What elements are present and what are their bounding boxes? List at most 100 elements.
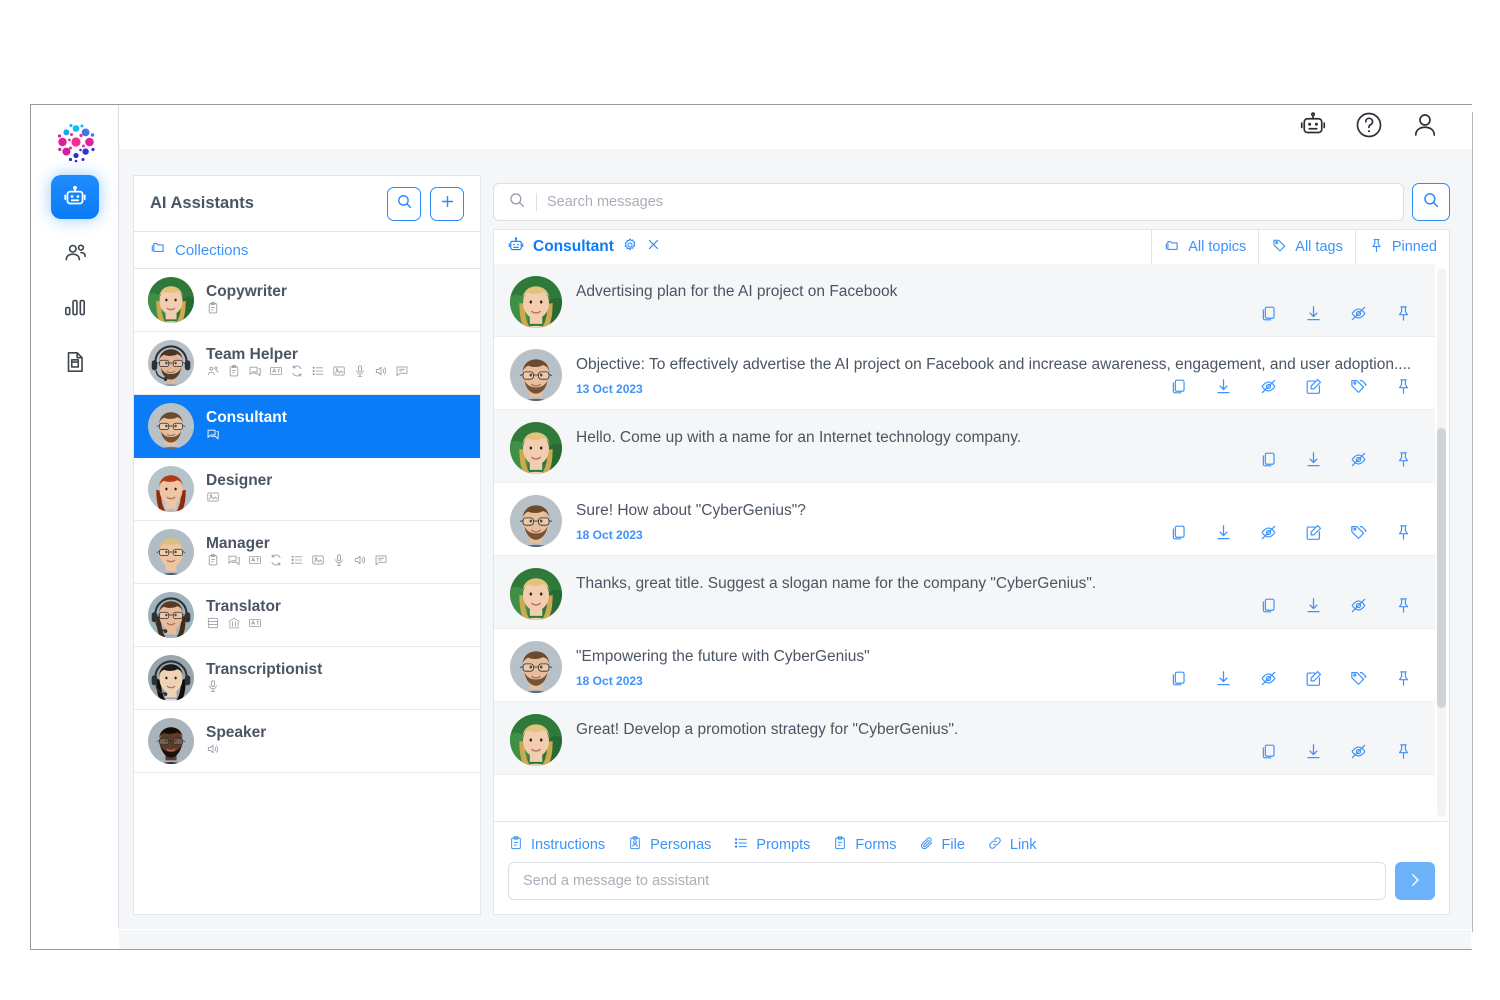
- scrollbar-thumb[interactable]: [1437, 428, 1446, 708]
- hide-icon[interactable]: [1349, 304, 1368, 328]
- window-bottom-strip-fill: [119, 929, 1471, 949]
- copy-icon[interactable]: [1169, 377, 1188, 401]
- pin-icon[interactable]: [1394, 669, 1413, 693]
- assistant-item-manager[interactable]: Manager: [134, 521, 480, 584]
- composer-tool-instructions[interactable]: Instructions: [508, 835, 605, 855]
- app-logo: [53, 119, 99, 165]
- collections-row[interactable]: Collections: [134, 232, 480, 269]
- sidebar-item-team[interactable]: [51, 230, 99, 274]
- edit-icon[interactable]: [1304, 377, 1323, 401]
- search-input[interactable]: [547, 194, 1389, 210]
- speaker-icon: [374, 364, 388, 383]
- composer-tool-file[interactable]: File: [919, 835, 965, 855]
- pin-icon[interactable]: [1394, 742, 1413, 766]
- message-row: Hello. Come up with a name for an Intern…: [494, 410, 1435, 483]
- assistant-item-translator[interactable]: Translator: [134, 584, 480, 647]
- avatar: [510, 422, 562, 474]
- copy-icon[interactable]: [1259, 596, 1278, 620]
- add-assistant-button[interactable]: [430, 186, 464, 221]
- copy-icon[interactable]: [1169, 523, 1188, 547]
- assistant-item-transcriptionist[interactable]: Transcriptionist: [134, 647, 480, 710]
- assistant-item-consultant[interactable]: Consultant: [134, 395, 480, 458]
- filter-all-tags[interactable]: All tags: [1258, 230, 1355, 264]
- hide-icon[interactable]: [1259, 523, 1278, 547]
- app-window: AI Assistants Collections Copywriter Tea…: [30, 104, 1472, 930]
- message-row: Objective: To effectively advertise the …: [494, 337, 1435, 410]
- filter-all-topics[interactable]: All topics: [1151, 230, 1258, 264]
- avatar: [148, 277, 194, 323]
- composer-tool-personas[interactable]: Personas: [627, 835, 711, 855]
- sidebar-item-assistants[interactable]: [51, 175, 99, 219]
- composer-tool-prompts[interactable]: Prompts: [733, 835, 810, 855]
- download-icon[interactable]: [1304, 742, 1323, 766]
- pin-icon[interactable]: [1394, 523, 1413, 547]
- message-actions: [1169, 377, 1413, 401]
- composer-tool-label: Forms: [855, 837, 897, 853]
- download-icon[interactable]: [1304, 596, 1323, 620]
- hide-icon[interactable]: [1259, 669, 1278, 693]
- help-icon[interactable]: [1354, 110, 1384, 145]
- hide-icon[interactable]: [1349, 596, 1368, 620]
- messages-scrollbar[interactable]: [1437, 268, 1446, 817]
- pin-icon[interactable]: [1394, 450, 1413, 474]
- hide-icon[interactable]: [1259, 377, 1278, 401]
- tab-label: Consultant: [533, 238, 614, 255]
- copy-icon[interactable]: [1169, 669, 1188, 693]
- composer: Instructions Personas Prompts Forms File Link: [493, 822, 1450, 915]
- assistant-item-copywriter[interactable]: Copywriter: [134, 269, 480, 332]
- search-submit-button[interactable]: [1412, 183, 1450, 221]
- pin-icon: [1368, 237, 1385, 258]
- assistant-list: Copywriter Team Helper Consultant Design…: [134, 269, 480, 914]
- download-icon[interactable]: [1214, 377, 1233, 401]
- tag-icon[interactable]: [1349, 377, 1368, 401]
- assistant-meta: Designer: [206, 472, 272, 507]
- send-button[interactable]: [1395, 862, 1435, 900]
- hide-icon[interactable]: [1349, 742, 1368, 766]
- close-icon[interactable]: [646, 237, 661, 257]
- image-icon: [332, 364, 346, 383]
- message-row: "Empowering the future with CyberGenius"…: [494, 629, 1435, 702]
- gear-icon[interactable]: [622, 237, 638, 258]
- tag-icon[interactable]: [1349, 523, 1368, 547]
- composer-input-row: [508, 862, 1435, 900]
- composer-tool-forms[interactable]: Forms: [832, 835, 897, 855]
- hide-icon[interactable]: [1349, 450, 1368, 474]
- avatar: [148, 718, 194, 764]
- pin-icon[interactable]: [1394, 596, 1413, 620]
- assistant-item-designer[interactable]: Designer: [134, 458, 480, 521]
- message-input[interactable]: [508, 862, 1386, 900]
- download-icon[interactable]: [1304, 304, 1323, 328]
- tag-icon[interactable]: [1349, 669, 1368, 693]
- copy-icon[interactable]: [1259, 304, 1278, 328]
- composer-tool-link[interactable]: Link: [987, 835, 1037, 855]
- filter-pinned[interactable]: Pinned: [1354, 230, 1449, 264]
- edit-icon[interactable]: [1304, 669, 1323, 693]
- pin-icon[interactable]: [1394, 377, 1413, 401]
- user-account-icon[interactable]: [1410, 110, 1440, 145]
- tab-consultant[interactable]: Consultant: [494, 230, 674, 264]
- copy-icon[interactable]: [1259, 742, 1278, 766]
- collections-label: Collections: [175, 241, 249, 259]
- copy-icon[interactable]: [1259, 450, 1278, 474]
- assistant-meta: Copywriter: [206, 283, 287, 318]
- avatar: [148, 592, 194, 638]
- message-search-bar: [493, 175, 1450, 229]
- top-bar: [119, 105, 1472, 149]
- sidebar-item-documents[interactable]: [51, 340, 99, 384]
- assistant-name: Designer: [206, 471, 273, 489]
- form-icon: [832, 835, 848, 855]
- assistant-item-speaker[interactable]: Speaker: [134, 710, 480, 773]
- message-row: Great! Develop a promotion strategy for …: [494, 702, 1435, 775]
- edit-icon[interactable]: [1304, 523, 1323, 547]
- comment-icon: [395, 364, 409, 383]
- assistant-meta: Manager: [206, 535, 388, 570]
- download-icon[interactable]: [1214, 523, 1233, 547]
- assistant-name: Transcriptionist: [206, 660, 323, 678]
- robot-icon[interactable]: [1298, 110, 1328, 145]
- pin-icon[interactable]: [1394, 304, 1413, 328]
- download-icon[interactable]: [1304, 450, 1323, 474]
- download-icon[interactable]: [1214, 669, 1233, 693]
- sidebar-item-analytics[interactable]: [51, 285, 99, 329]
- assistant-item-team-helper[interactable]: Team Helper: [134, 332, 480, 395]
- assistants-search-button[interactable]: [387, 186, 421, 221]
